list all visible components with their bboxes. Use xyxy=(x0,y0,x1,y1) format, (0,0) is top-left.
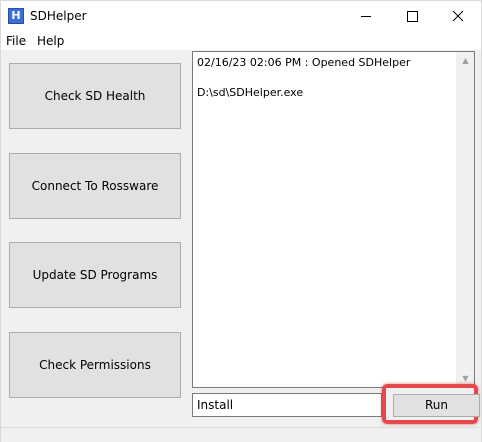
check-permissions-button[interactable]: Check Permissions xyxy=(9,332,181,398)
log-line: 02/16/23 02:06 PM : Opened SDHelper xyxy=(197,56,411,69)
log-line: D:\sd\SDHelper.exe xyxy=(197,86,304,99)
menu-help[interactable]: Help xyxy=(37,33,64,49)
scroll-up-arrow-icon[interactable]: ▲ xyxy=(457,52,474,69)
connect-to-rossware-button[interactable]: Connect To Rossware xyxy=(9,153,181,219)
log-scrollbar[interactable]: ▲ ▼ xyxy=(456,52,474,387)
close-button[interactable] xyxy=(435,1,481,31)
log-output[interactable]: 02/16/23 02:06 PM : Opened SDHelper D:\s… xyxy=(192,51,475,388)
check-sd-health-button[interactable]: Check SD Health xyxy=(9,63,181,129)
minimize-button[interactable] xyxy=(343,1,389,31)
maximize-button[interactable] xyxy=(389,1,435,31)
sdhelper-window: H SDHelper File Help Check SD Health Con… xyxy=(0,0,482,442)
menu-file[interactable]: File xyxy=(6,33,26,49)
update-sd-programs-button[interactable]: Update SD Programs xyxy=(9,242,181,308)
close-icon xyxy=(452,10,464,22)
status-bar xyxy=(1,427,481,442)
run-button[interactable]: Run xyxy=(393,394,480,417)
maximize-icon xyxy=(407,11,418,22)
minimize-icon xyxy=(361,16,371,17)
menu-bar: File Help xyxy=(1,31,481,50)
window-title: SDHelper xyxy=(30,9,87,23)
command-input[interactable] xyxy=(192,393,382,417)
app-h-icon: H xyxy=(8,8,24,24)
title-bar: H SDHelper xyxy=(1,1,481,31)
